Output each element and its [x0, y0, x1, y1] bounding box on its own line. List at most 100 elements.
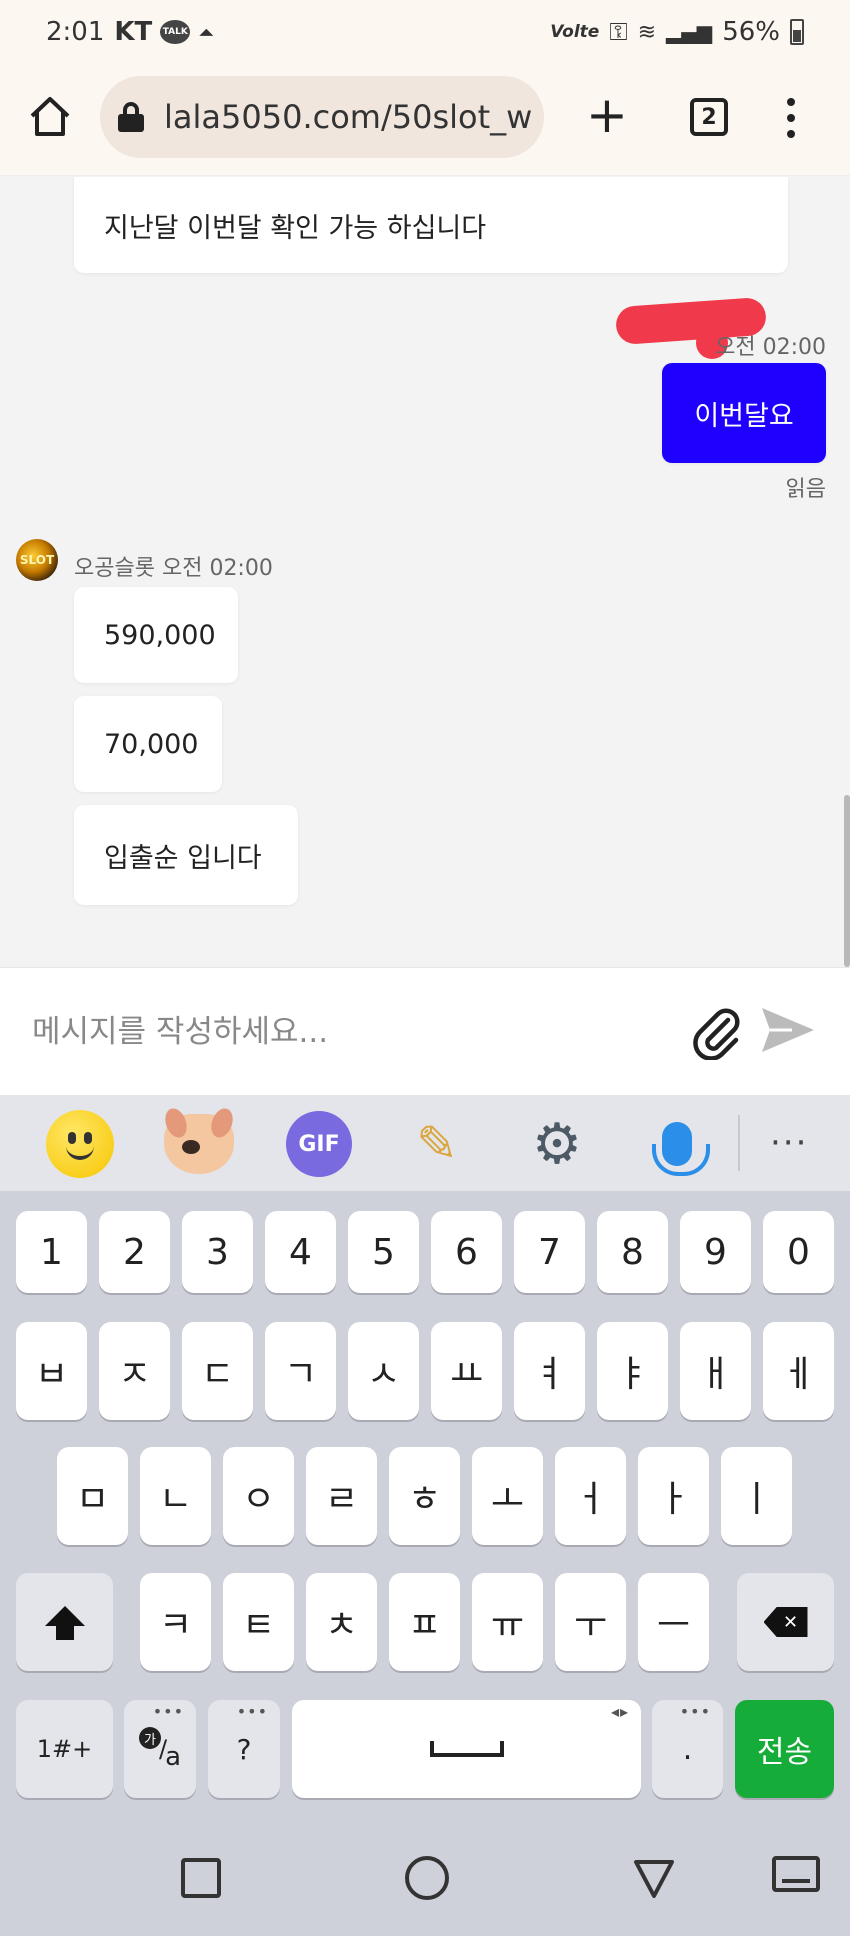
more-options-icon[interactable]: ··· [770, 1123, 808, 1163]
key-i[interactable]: ㅣ [721, 1447, 792, 1545]
question-key[interactable]: ••• ? [208, 1700, 280, 1798]
key-yu[interactable]: ㅠ [472, 1573, 543, 1671]
key-jieut[interactable]: ㅈ [99, 1322, 170, 1420]
emoji-icon[interactable] [45, 1109, 115, 1179]
send-icon[interactable] [758, 1000, 818, 1060]
my-message-bubble: 이번달요 [662, 363, 826, 463]
lang-korean-label: 가 [138, 1727, 161, 1749]
volte-label: Volte [550, 22, 600, 42]
key-icon: ⚿ [609, 18, 628, 46]
sender-name: 오공슬롯 [74, 556, 155, 581]
status-bar: 2:01 KT TALK ⏶ Volte ⚿ ≋ ▂▄▆ 56% [0, 0, 850, 64]
message-time: 오전 02:00 [715, 335, 826, 360]
key-4[interactable]: 4 [265, 1211, 336, 1293]
keyboard-switch-icon[interactable] [772, 1856, 820, 1892]
message-text: 70,000 [104, 728, 199, 760]
battery-icon [790, 19, 804, 45]
key-tieut[interactable]: ㅌ [223, 1573, 294, 1671]
toolbar-divider [738, 1115, 740, 1171]
key-e[interactable]: ㅔ [763, 1322, 834, 1420]
chat-scrollbar[interactable] [844, 795, 850, 967]
paperclip-icon[interactable] [690, 1004, 746, 1060]
chat-area[interactable]: 지난달 이번달 확인 가능 하십니다 오전 02:00 이번달요 읽음 SLOT… [0, 177, 850, 967]
key-yo[interactable]: ㅛ [431, 1322, 502, 1420]
message-text: 입출순 입니다 [104, 842, 262, 874]
new-tab-icon[interactable]: + [586, 90, 628, 140]
key-2[interactable]: 2 [99, 1211, 170, 1293]
key-u[interactable]: ㅜ [555, 1573, 626, 1671]
key-nieun[interactable]: ㄴ [140, 1447, 211, 1545]
home-nav-icon[interactable] [405, 1856, 449, 1900]
sticker-icon[interactable] [164, 1109, 234, 1179]
gear-icon[interactable]: ⚙ [522, 1109, 592, 1179]
message-text: 지난달 이번달 확인 가능 하십니다 [104, 212, 487, 244]
backspace-icon: ✕ [763, 1607, 808, 1637]
key-mieum[interactable]: ㅁ [57, 1447, 128, 1545]
key-eo[interactable]: ㅓ [555, 1447, 626, 1545]
recent-apps-icon[interactable] [181, 1858, 221, 1898]
sender-avatar[interactable]: SLOT [16, 539, 58, 581]
shift-icon [44, 1606, 85, 1640]
more-dots: ••• [236, 1702, 268, 1721]
key-yeo[interactable]: ㅕ [514, 1322, 585, 1420]
key-ieung[interactable]: ㅇ [223, 1447, 294, 1545]
key-3[interactable]: 3 [182, 1211, 253, 1293]
more-dots: ••• [152, 1702, 184, 1721]
key-8[interactable]: 8 [597, 1211, 668, 1293]
handwriting-icon[interactable]: ✎ [402, 1109, 472, 1179]
key-0[interactable]: 0 [763, 1211, 834, 1293]
more-menu-icon[interactable] [786, 98, 796, 138]
more-dots: ••• [679, 1702, 711, 1721]
kakaotalk-icon: TALK [160, 20, 191, 44]
symbols-key[interactable]: 1#+ [16, 1700, 113, 1798]
key-digeut[interactable]: ㄷ [182, 1322, 253, 1420]
microphone-icon[interactable] [642, 1109, 712, 1179]
key-bieup[interactable]: ㅂ [16, 1322, 87, 1420]
status-right: Volte ⚿ ≋ ▂▄▆ 56% [550, 17, 804, 47]
message-bubble: 입출순 입니다 [74, 805, 298, 905]
keyboard-toolbar: GIF ✎ ⚙ ··· [0, 1095, 850, 1191]
key-5[interactable]: 5 [348, 1211, 419, 1293]
key-chieut[interactable]: ㅊ [306, 1573, 377, 1671]
home-icon[interactable] [28, 94, 72, 138]
message-input[interactable] [32, 1002, 652, 1062]
shift-key[interactable] [16, 1573, 113, 1671]
key-eu[interactable]: ㅡ [638, 1573, 709, 1671]
message-bubble: 70,000 [74, 696, 222, 792]
key-pieup[interactable]: ㅍ [389, 1573, 460, 1671]
key-1[interactable]: 1 [16, 1211, 87, 1293]
space-key[interactable]: ◂▸ [292, 1700, 641, 1798]
key-a[interactable]: ㅏ [638, 1447, 709, 1545]
key-ya[interactable]: ㅑ [597, 1322, 668, 1420]
message-bubble: 590,000 [74, 587, 238, 683]
address-bar[interactable]: lala5050.com/50slot_w [100, 76, 544, 158]
key-6[interactable]: 6 [431, 1211, 502, 1293]
wifi-icon: ≋ [637, 19, 657, 45]
message-composer [0, 967, 850, 1095]
question-label: ? [236, 1732, 252, 1766]
key-ae[interactable]: ㅐ [680, 1322, 751, 1420]
key-9[interactable]: 9 [680, 1211, 751, 1293]
lock-icon [118, 102, 144, 132]
send-key[interactable]: 전송 [735, 1700, 834, 1798]
key-kieuk[interactable]: ㅋ [140, 1573, 211, 1671]
backspace-key[interactable]: ✕ [737, 1573, 834, 1671]
key-o[interactable]: ㅗ [472, 1447, 543, 1545]
tab-switcher-button[interactable]: 2 [690, 98, 728, 136]
back-icon[interactable] [632, 1856, 676, 1900]
message-bubble: 지난달 이번달 확인 가능 하십니다 [74, 177, 788, 273]
language-key[interactable]: ••• 가 / a [124, 1700, 196, 1798]
key-rieul[interactable]: ㄹ [306, 1447, 377, 1545]
upload-icon: ⏶ [198, 20, 215, 44]
url-text: lala5050.com/50slot_w [164, 98, 533, 136]
signal-icon: ▂▄▆ [666, 20, 713, 44]
browser-toolbar: lala5050.com/50slot_w + 2 [0, 64, 850, 176]
key-siot[interactable]: ㅅ [348, 1322, 419, 1420]
lang-english-label: a [165, 1742, 182, 1772]
key-giyeok[interactable]: ㄱ [265, 1322, 336, 1420]
gif-button[interactable]: GIF [284, 1109, 354, 1179]
key-hieut[interactable]: ㅎ [389, 1447, 460, 1545]
key-7[interactable]: 7 [514, 1211, 585, 1293]
period-key[interactable]: ••• . [652, 1700, 723, 1798]
battery-percent: 56% [722, 17, 780, 47]
